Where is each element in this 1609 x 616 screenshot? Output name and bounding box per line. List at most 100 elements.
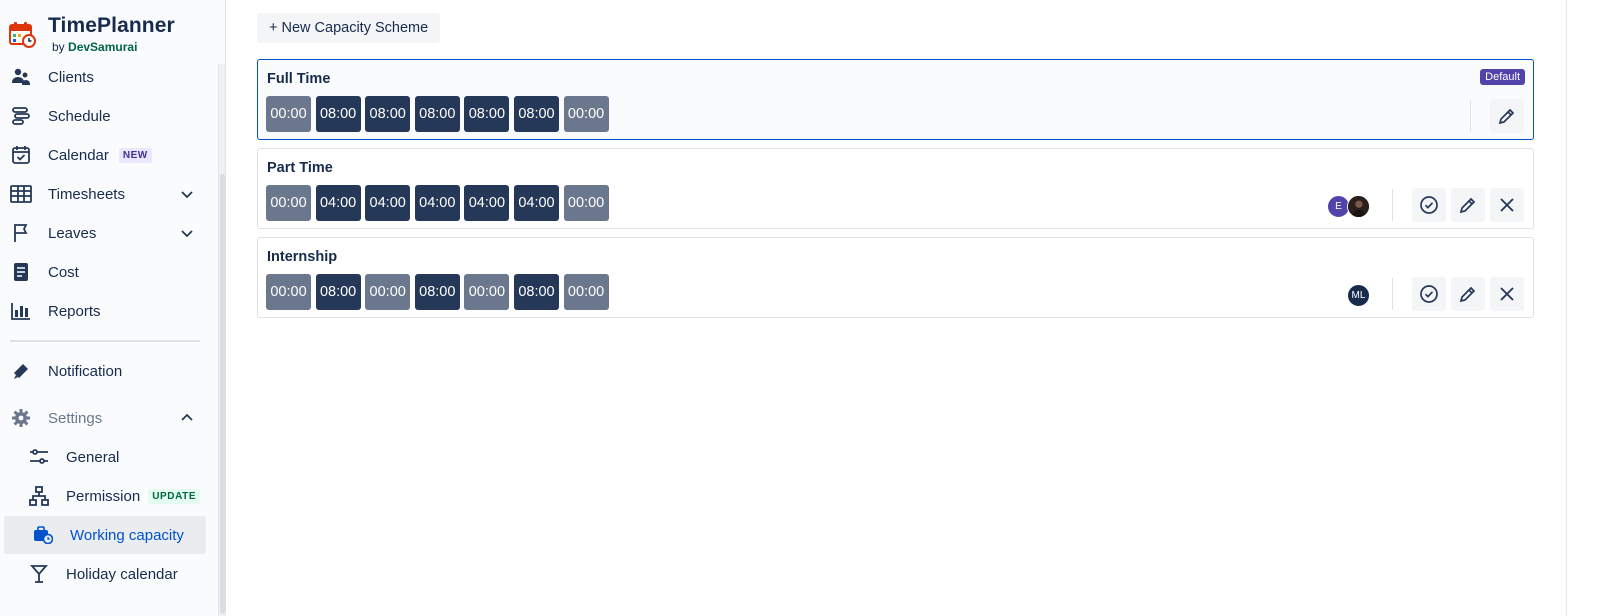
calendar-check-icon [10, 144, 32, 166]
delete-button[interactable] [1490, 277, 1524, 311]
edit-button[interactable] [1451, 277, 1485, 311]
close-icon [1500, 287, 1514, 301]
new-capacity-scheme-button[interactable]: + New Capacity Scheme [257, 13, 441, 43]
flag-icon [10, 222, 32, 244]
table-grid-icon [10, 183, 32, 205]
scheme-card-part-time[interactable]: Part Time 00:00 04:00 04:00 04:00 04:00 … [257, 148, 1534, 229]
page-scrollbar[interactable] [1566, 0, 1567, 616]
day-hours[interactable]: 00:00 [563, 274, 609, 310]
sidebar-item-calendar[interactable]: Calendar NEW [0, 136, 218, 174]
edit-button[interactable] [1490, 99, 1524, 133]
day-hours[interactable]: 00:00 [266, 274, 311, 310]
day-hours[interactable]: 00:00 [563, 185, 609, 221]
day-hours[interactable]: 08:00 [315, 96, 361, 132]
cocktail-icon [28, 563, 50, 585]
sidebar-item-label: General [66, 448, 120, 466]
edit-button[interactable] [1451, 188, 1485, 222]
set-default-button[interactable] [1412, 277, 1446, 311]
day-hours[interactable]: 04:00 [513, 185, 559, 221]
permission-label: Permission [66, 487, 141, 505]
day-hours[interactable]: 04:00 [464, 185, 510, 221]
hierarchy-icon [28, 485, 50, 507]
sidebar-item-label: Working capacity [70, 526, 184, 544]
chevron-down-icon[interactable] [178, 185, 196, 203]
sidebar-item-timesheets[interactable]: Timesheets [0, 175, 218, 213]
day-hours[interactable]: 04:00 [414, 185, 460, 221]
schedule-icon [10, 105, 32, 127]
pencil-icon [1459, 286, 1476, 303]
scheme-name: Part Time [267, 160, 333, 176]
brand-by: by [52, 40, 65, 54]
sidebar-item-label: Settings [48, 409, 103, 427]
scrollbar-thumb[interactable] [220, 174, 225, 614]
sidebar-item-label: Clients [48, 68, 94, 86]
sidebar-item-leaves[interactable]: Leaves [0, 214, 218, 252]
day-hours[interactable]: 08:00 [513, 96, 559, 132]
day-hours[interactable]: 00:00 [464, 274, 510, 310]
bar-chart-icon [10, 300, 32, 322]
sidebar-divider [10, 340, 200, 342]
weekday-hours: 00:00 08:00 08:00 08:00 08:00 08:00 00:0… [266, 96, 613, 132]
sidebar-item-label: Leaves [48, 224, 97, 242]
close-icon [1500, 198, 1514, 212]
day-hours[interactable]: 08:00 [414, 96, 460, 132]
brand[interactable]: TimePlanner by DevSamurai [8, 14, 175, 54]
day-hours[interactable]: 00:00 [266, 96, 311, 132]
day-hours[interactable]: 08:00 [464, 96, 510, 132]
calendar-label: Calendar [48, 146, 109, 164]
megaphone-icon [10, 360, 32, 382]
sidebar-item-clients[interactable]: Clients [0, 58, 218, 96]
avatar[interactable]: ML [1347, 284, 1370, 307]
divider [1470, 100, 1471, 132]
scheme-name: Full Time [267, 71, 331, 87]
scheme-card-full-time[interactable]: Full Time Default 00:00 08:00 08:00 08:0… [257, 59, 1534, 140]
users-icon [10, 66, 32, 88]
sidebar-item-label: Reports [48, 302, 101, 320]
delete-button[interactable] [1490, 188, 1524, 222]
weekday-hours: 00:00 04:00 04:00 04:00 04:00 04:00 00:0… [266, 185, 613, 221]
timeplanner-logo-icon [9, 22, 36, 48]
sidebar-scrollbar[interactable] [218, 64, 225, 616]
sidebar-item-permission[interactable]: Permission UPDATE [0, 477, 218, 515]
receipt-icon [10, 261, 32, 283]
sidebar-item-holiday-calendar[interactable]: Holiday calendar [0, 555, 218, 593]
sidebar-item-label: Cost [48, 263, 79, 281]
day-hours[interactable]: 00:00 [365, 274, 411, 310]
day-hours[interactable]: 08:00 [513, 274, 559, 310]
day-hours[interactable]: 08:00 [365, 96, 411, 132]
divider [1392, 278, 1393, 310]
sidebar-item-schedule[interactable]: Schedule [0, 97, 218, 135]
new-badge: NEW [118, 148, 152, 164]
sidebar-item-working-capacity[interactable]: Working capacity [4, 516, 206, 554]
day-hours[interactable]: 00:00 [266, 185, 311, 221]
user-photo-icon [1348, 196, 1369, 217]
sidebar-item-settings[interactable]: Settings [0, 399, 218, 437]
chevron-down-icon[interactable] [178, 224, 196, 242]
avatar-photo[interactable] [1347, 195, 1370, 218]
day-hours[interactable]: 04:00 [315, 185, 361, 221]
default-badge: Default [1480, 69, 1525, 85]
sidebar-item-notification[interactable]: Notification [0, 352, 218, 390]
day-hours[interactable]: 04:00 [365, 185, 411, 221]
gear-icon [10, 407, 32, 429]
check-circle-icon [1420, 196, 1438, 214]
sidebar-item-general[interactable]: General [0, 438, 218, 476]
divider [1392, 189, 1393, 221]
day-hours[interactable]: 08:00 [315, 274, 361, 310]
set-default-button[interactable] [1412, 188, 1446, 222]
day-hours[interactable]: 08:00 [414, 274, 460, 310]
sidebar-item-reports[interactable]: Reports [0, 292, 218, 330]
sidebar-item-cost[interactable]: Cost [0, 253, 218, 291]
check-circle-icon [1420, 285, 1438, 303]
chevron-up-icon[interactable] [178, 409, 196, 427]
pencil-icon [1498, 108, 1515, 125]
sliders-icon [28, 446, 50, 468]
pencil-icon [1459, 197, 1476, 214]
sidebar-item-label: Timesheets [48, 185, 125, 203]
sidebar-item-label: Calendar NEW [48, 147, 152, 164]
brand-company: DevSamurai [68, 40, 138, 54]
scheme-card-internship[interactable]: Internship 00:00 08:00 00:00 08:00 00:00… [257, 237, 1534, 318]
sidebar-item-label: Holiday calendar [66, 565, 178, 583]
day-hours[interactable]: 00:00 [563, 96, 609, 132]
brand-subtitle: by DevSamurai [52, 40, 175, 54]
